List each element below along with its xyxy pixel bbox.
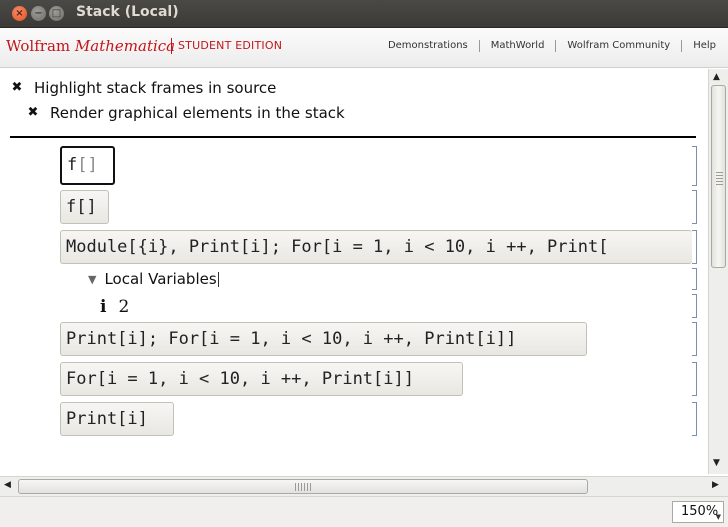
grip-icon (295, 483, 311, 491)
wolfram-header: Wolfram Mathematica STUDENT EDITION Demo… (0, 28, 728, 68)
text-cursor (217, 271, 219, 287)
scroll-up-icon[interactable]: ▲ (713, 72, 720, 82)
variable-value: 2 (118, 297, 130, 317)
wolfram-mathematica-logo: Wolfram Mathematica (6, 37, 175, 55)
options-divider (10, 136, 696, 138)
variable-name: i (100, 297, 107, 317)
local-variables-toggle[interactable]: ▼ Local Variables (88, 270, 219, 288)
stack-frame[interactable]: Print[i]; For[i = 1, i < 10, i ++, Print… (60, 322, 587, 356)
maximize-window-icon[interactable]: □ (49, 6, 64, 21)
local-variables-label: Local Variables (104, 270, 217, 288)
frame-head: f (67, 155, 78, 175)
title-bar: × − □ Stack (Local) (0, 0, 728, 28)
stack-frame[interactable]: Module[{i}, Print[i]; For[i = 1, i < 10,… (60, 230, 692, 264)
local-variable-row: i2 (100, 297, 129, 317)
demonstrations-link[interactable]: Demonstrations (377, 40, 480, 52)
edition-label: STUDENT EDITION (178, 39, 283, 52)
cell-bracket[interactable] (692, 190, 697, 224)
scroll-left-icon[interactable]: ◀ (4, 480, 11, 490)
wolfram-community-link[interactable]: Wolfram Community (556, 40, 683, 52)
close-window-icon[interactable]: × (12, 6, 27, 21)
render-graphics-option[interactable]: ✖ Render graphical elements in the stack (26, 104, 345, 122)
horizontal-scrollbar[interactable]: ◀ ▶ (0, 476, 728, 496)
brand-word: Wolfram (6, 37, 71, 55)
brand-product: Mathematica (74, 37, 176, 55)
stack-content: ✖ Highlight stack frames in source ✖ Ren… (0, 69, 708, 474)
mathworld-link[interactable]: MathWorld (480, 40, 557, 52)
stack-frame[interactable]: Print[i] (60, 402, 174, 436)
vertical-scrollbar[interactable]: ▲ ▼ (708, 69, 728, 474)
cell-bracket[interactable] (692, 402, 697, 436)
frame-args: [] (77, 155, 98, 175)
header-links: Demonstrations MathWorld Wolfram Communi… (377, 40, 716, 52)
stack-frame[interactable]: f[] (60, 190, 109, 224)
cell-bracket[interactable] (692, 362, 697, 396)
vertical-scroll-thumb[interactable] (711, 85, 726, 268)
grip-icon (716, 172, 723, 186)
highlight-frames-checkbox[interactable]: ✖ (10, 81, 24, 95)
help-link[interactable]: Help (682, 40, 716, 52)
cell-bracket[interactable] (692, 146, 697, 186)
stack-frame-selected[interactable]: f[] (60, 146, 115, 185)
scroll-right-icon[interactable]: ▶ (712, 480, 719, 490)
scroll-down-icon[interactable]: ▼ (713, 458, 720, 468)
horizontal-scroll-thumb[interactable] (18, 479, 588, 494)
minimize-window-icon[interactable]: − (31, 6, 46, 21)
zoom-value: 150% (681, 504, 719, 519)
status-bar: 150% ▼ (0, 496, 728, 527)
stack-frame[interactable]: For[i = 1, i < 10, i ++, Print[i]] (60, 362, 463, 396)
highlight-frames-option[interactable]: ✖ Highlight stack frames in source (10, 79, 277, 97)
highlight-frames-label: Highlight stack frames in source (34, 79, 277, 97)
cell-bracket[interactable] (692, 294, 697, 318)
render-graphics-checkbox[interactable]: ✖ (26, 106, 40, 120)
cell-bracket[interactable] (692, 230, 697, 264)
cell-bracket[interactable] (692, 322, 697, 356)
dropdown-arrow-icon[interactable]: ▼ (716, 514, 721, 521)
zoom-selector[interactable]: 150% ▼ (672, 501, 724, 523)
brand-separator (171, 38, 172, 54)
collapse-triangle-icon[interactable]: ▼ (88, 273, 96, 286)
cell-bracket[interactable] (692, 268, 697, 290)
window-title: Stack (Local) (76, 4, 179, 20)
render-graphics-label: Render graphical elements in the stack (50, 104, 345, 122)
